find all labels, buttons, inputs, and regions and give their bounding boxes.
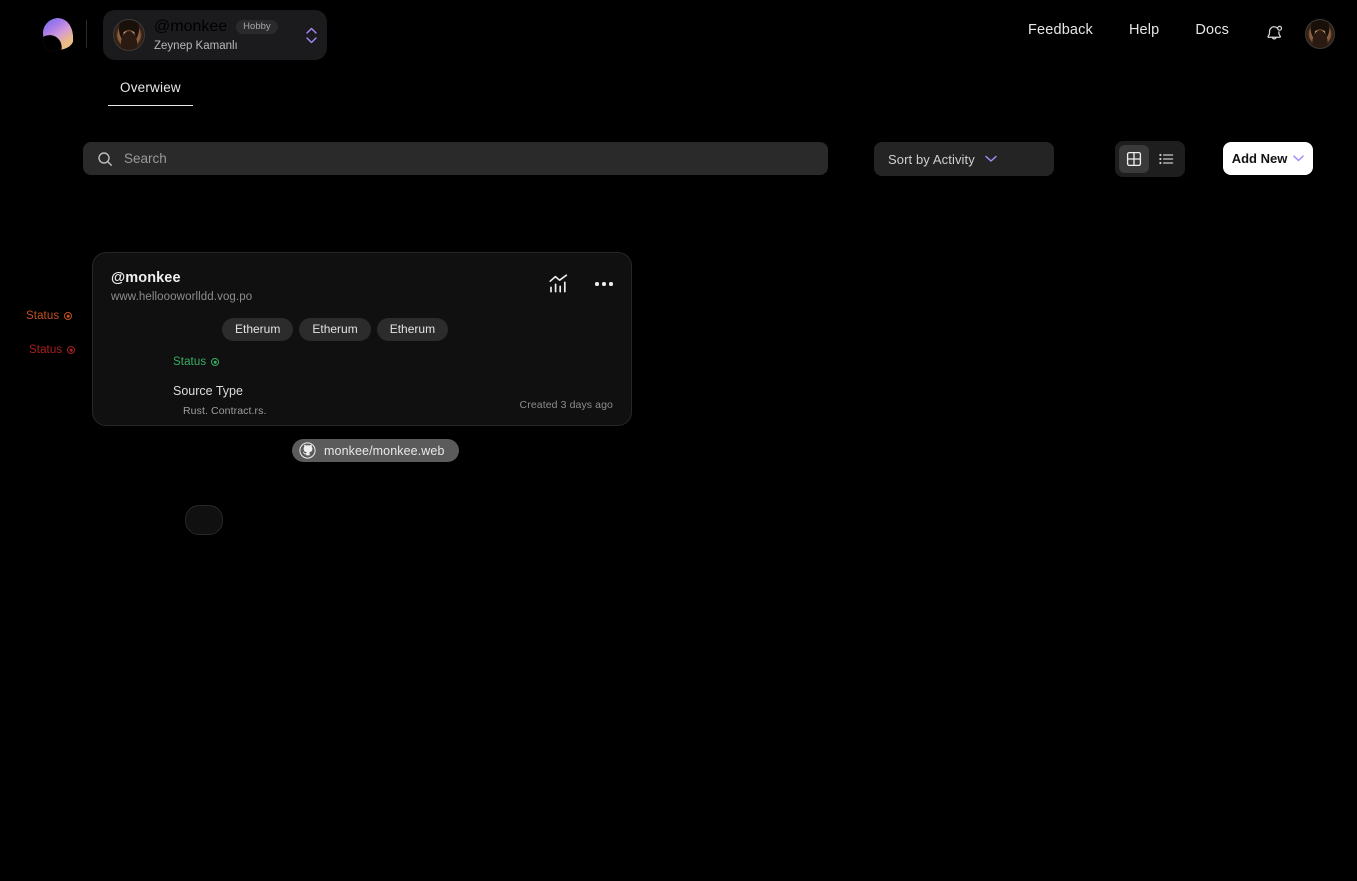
account-handle: @monkee: [154, 18, 228, 35]
project-status-label: Status: [173, 356, 207, 369]
status-dot-icon: [211, 358, 220, 367]
account-switcher[interactable]: @monkee Hobby Zeynep Kamanlı: [103, 10, 327, 60]
account-user-name: Zeynep Kamanlı: [154, 40, 238, 52]
sort-label: Sort by Activity: [888, 151, 975, 167]
project-card-header: @monkee www.helloooworlldd.vog.po: [111, 269, 613, 535]
bell-icon: [1267, 25, 1283, 40]
tab-bar: Overwiew: [108, 80, 193, 106]
account-switcher-chevrons[interactable]: [303, 20, 319, 50]
nav-link-docs[interactable]: Docs: [1195, 22, 1229, 38]
tag-item[interactable]: Etherum: [299, 318, 371, 342]
project-card-headings: @monkee www.helloooworlldd.vog.po: [111, 269, 537, 303]
account-text: @monkee Hobby Zeynep Kamanlı: [154, 18, 294, 52]
margin-status-2-label: Status: [29, 344, 63, 356]
list-view-icon: [1158, 153, 1173, 165]
chevron-up-icon: [305, 27, 317, 34]
notifications-button[interactable]: [1262, 22, 1286, 46]
list-view-button[interactable]: [1151, 145, 1181, 173]
project-card-actions: [548, 269, 613, 294]
status-dot-icon: [67, 346, 76, 354]
tag-item[interactable]: Etherum: [222, 318, 294, 342]
add-new-label: Add New: [1231, 151, 1288, 166]
chevron-down-icon: [1293, 155, 1305, 162]
add-new-button[interactable]: Add New: [1223, 142, 1313, 175]
project-created-timestamp: Created 3 days ago: [519, 399, 613, 411]
grid-view-button[interactable]: [1119, 145, 1149, 173]
project-more-button[interactable]: [595, 282, 613, 286]
search-icon: [98, 151, 112, 166]
plan-badge: Hobby: [236, 19, 278, 35]
project-card[interactable]: @monkee www.helloooworlldd.vog.po Etheru…: [92, 252, 632, 535]
sort-by-activity-select[interactable]: Sort by Activity: [874, 142, 1054, 176]
header-divider: [86, 20, 87, 48]
more-horizontal-icon: [595, 282, 613, 286]
profile-avatar-button[interactable]: [1305, 19, 1335, 49]
github-icon: [299, 442, 316, 459]
project-title: @monkee: [111, 270, 181, 286]
brand-logo-icon: [42, 16, 74, 52]
project-avatar: [185, 505, 223, 535]
status-dot-icon: [64, 312, 73, 320]
nav-link-help[interactable]: Help: [1129, 22, 1159, 38]
analytics-button[interactable]: [548, 274, 569, 294]
app-root: @monkee Hobby Zeynep Kamanlı Feedback He…: [0, 0, 1357, 881]
header-nav: Feedback Help Docs: [1028, 22, 1229, 38]
repository-label: monkee/monkee.web: [324, 443, 445, 458]
search-input[interactable]: [124, 142, 828, 175]
account-avatar: [113, 19, 145, 51]
project-status: Status: [173, 356, 613, 368]
project-url: www.helloooworlldd.vog.po: [111, 291, 253, 303]
grid-view-icon: [1126, 151, 1142, 167]
nav-link-feedback[interactable]: Feedback: [1028, 22, 1093, 38]
top-bar: @monkee Hobby Zeynep Kamanlı Feedback He…: [0, 0, 1357, 68]
analytics-chart-icon: [549, 274, 568, 293]
chevron-down-icon: [305, 36, 317, 43]
controls-row: Sort by Activity Ad: [0, 141, 1357, 177]
repository-pill[interactable]: monkee/monkee.web: [292, 439, 459, 462]
brand-logo[interactable]: [40, 16, 76, 52]
view-mode-toggle: [1115, 141, 1185, 177]
margin-status-2: Status: [29, 344, 76, 356]
project-tags: Etherum Etherum Etherum: [222, 318, 613, 342]
tag-item[interactable]: Etherum: [376, 318, 449, 342]
source-type-label: Source Type: [173, 384, 243, 399]
margin-status-1-label: Status: [26, 310, 60, 322]
account-handle-row: @monkee Hobby: [154, 18, 294, 36]
margin-status-1: Status: [26, 310, 73, 322]
tab-overview[interactable]: Overwiew: [108, 80, 193, 106]
chevron-down-icon: [985, 155, 997, 162]
search-box[interactable]: [83, 142, 828, 175]
